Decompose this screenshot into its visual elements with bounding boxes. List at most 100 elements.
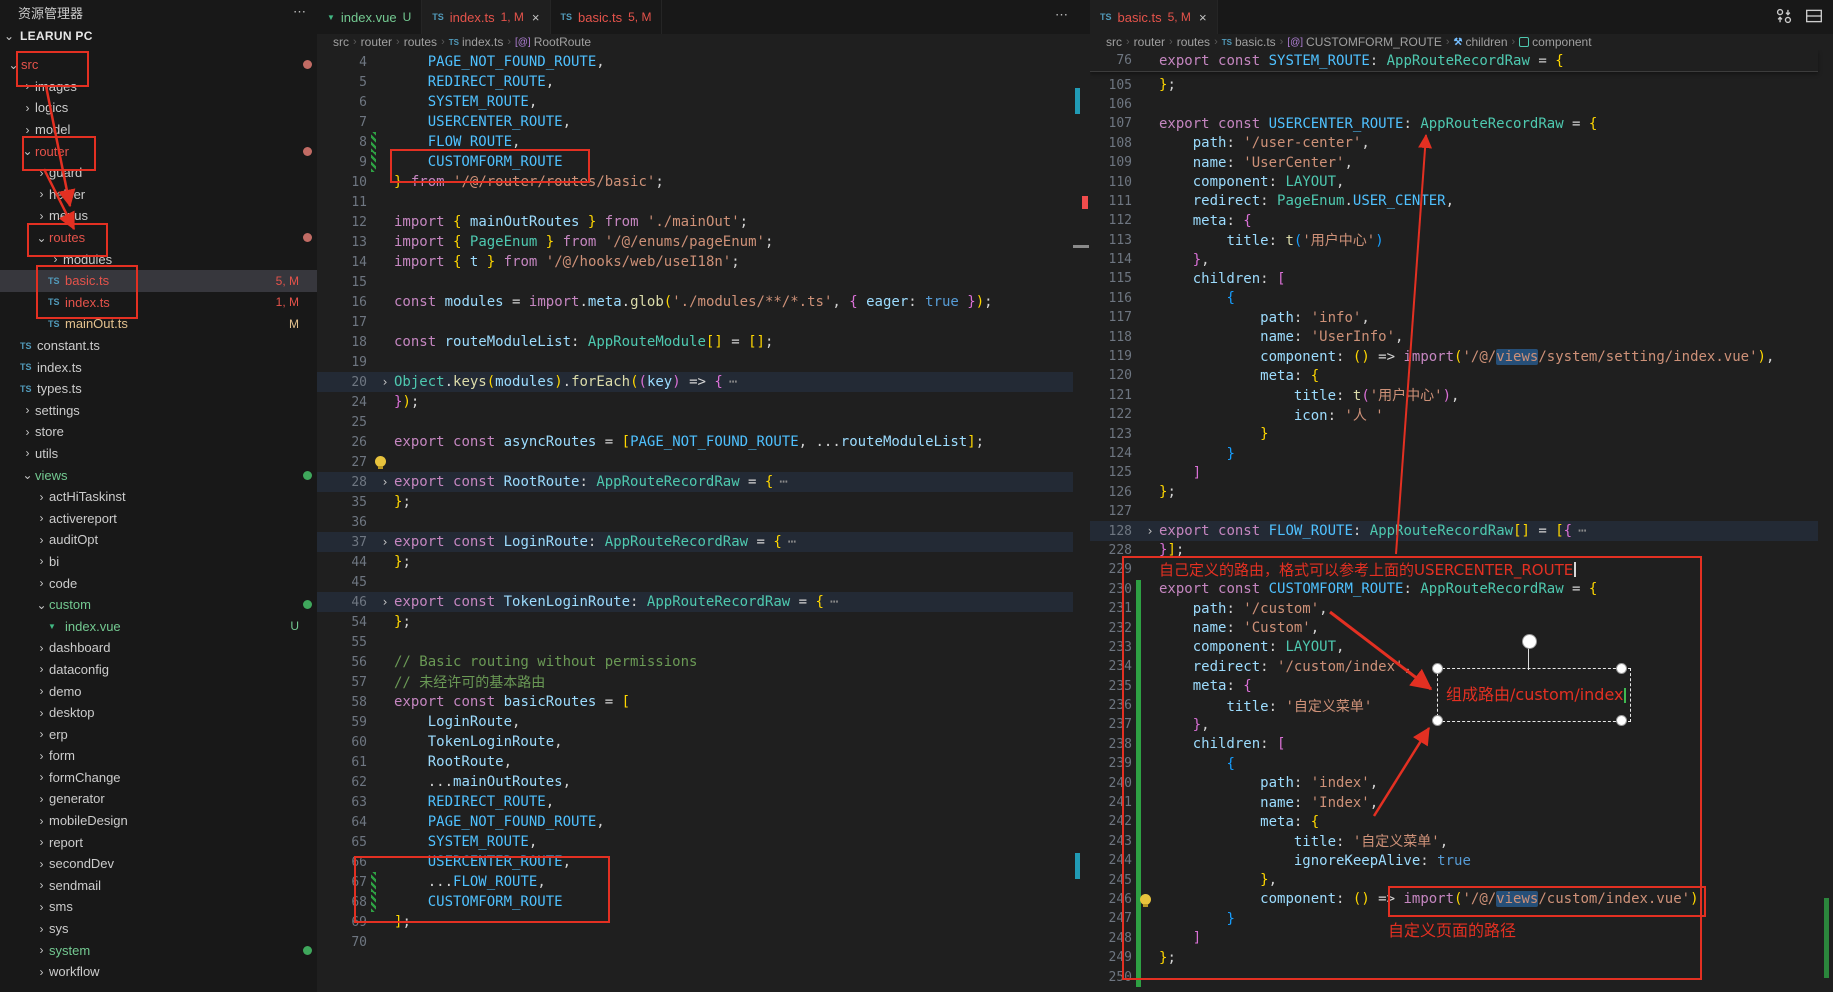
tree-item-index-vue[interactable]: ▼index.vueU [0, 615, 317, 637]
code-line-55[interactable]: 55 [317, 632, 1073, 652]
code-line-69[interactable]: 69]; [317, 912, 1073, 932]
tree-item-secondDev[interactable]: ›secondDev [0, 853, 317, 875]
breadcrumb-item-src[interactable]: src [333, 35, 349, 49]
code-line-59[interactable]: 59 LoginRoute, [317, 712, 1073, 732]
fold-chevron-icon[interactable]: › [376, 375, 394, 389]
tree-item-mobileDesign[interactable]: ›mobileDesign [0, 810, 317, 832]
code-line-9[interactable]: 9 CUSTOMFORM_ROUTE [317, 152, 1073, 172]
tree-item-auditOpt[interactable]: ›auditOpt [0, 529, 317, 551]
tree-item-desktop[interactable]: ›desktop [0, 702, 317, 724]
code-line-125[interactable]: 125 ] [1090, 463, 1818, 482]
layout-icon[interactable] [1805, 7, 1823, 25]
explorer-more-actions-icon[interactable]: ⋯ [293, 4, 307, 20]
code-line-120[interactable]: 120 meta: { [1090, 366, 1818, 385]
code-line-243[interactable]: 243 title: '自定义菜单', [1090, 832, 1818, 851]
tree-item-guard[interactable]: ›guard [0, 162, 317, 184]
tree-item-images[interactable]: ›images [0, 76, 317, 98]
code-line-235[interactable]: 235 meta: { [1090, 677, 1818, 696]
code-line-111[interactable]: 111 redirect: PageEnum.USER_CENTER, [1090, 192, 1818, 211]
breadcrumb-item-index-ts[interactable]: TSindex.ts [449, 35, 504, 49]
tree-item-code[interactable]: ›code [0, 572, 317, 594]
breadcrumb-item-routes[interactable]: routes [1177, 35, 1210, 49]
code-line-109[interactable]: 109 name: 'UserCenter', [1090, 153, 1818, 172]
tree-item-form[interactable]: ›form [0, 745, 317, 767]
code-line-8[interactable]: 8 FLOW_ROUTE, [317, 132, 1073, 152]
code-line-117[interactable]: 117 path: 'info', [1090, 308, 1818, 327]
code-line-241[interactable]: 241 name: 'Index', [1090, 793, 1818, 812]
code-line-234[interactable]: 234 redirect: '/custom/index', [1090, 657, 1818, 676]
editor-more-actions-icon[interactable]: ⋯ [1055, 7, 1069, 23]
tree-item-system[interactable]: ›system [0, 939, 317, 961]
tab-basic-ts[interactable]: TSbasic.ts5, M [551, 0, 663, 34]
code-line-128[interactable]: 128›export const FLOW_ROUTE: AppRouteRec… [1090, 521, 1818, 540]
tree-item-helper[interactable]: ›helper [0, 184, 317, 206]
code-line-17[interactable]: 17 [317, 312, 1073, 332]
tree-item-formChange[interactable]: ›formChange [0, 767, 317, 789]
tree-item-dataconfig[interactable]: ›dataconfig [0, 659, 317, 681]
code-line-46[interactable]: 46›export const TokenLoginRoute: AppRout… [317, 592, 1073, 612]
workspace-header[interactable]: ⌄ LEARUN PC [0, 24, 317, 48]
tree-item-router[interactable]: ⌄router [0, 140, 317, 162]
breadcrumb-item-component[interactable]: component [1519, 35, 1591, 49]
code-line-236[interactable]: 236 title: '自定义菜单' [1090, 696, 1818, 715]
folded-ellipsis[interactable]: ⋯ [830, 594, 838, 610]
tree-item-workflow[interactable]: ›workflow [0, 961, 317, 983]
tab-index-ts[interactable]: TSindex.ts1, M× [422, 0, 550, 34]
tree-item-index-ts[interactable]: TSindex.ts [0, 356, 317, 378]
fold-chevron-icon[interactable]: › [376, 595, 394, 609]
code-line-16[interactable]: 16const modules = import.meta.glob('./mo… [317, 292, 1073, 312]
code-line-5[interactable]: 5 REDIRECT_ROUTE, [317, 72, 1073, 92]
tree-item-routes[interactable]: ⌄routes [0, 227, 317, 249]
code-line-7[interactable]: 7 USERCENTER_ROUTE, [317, 112, 1073, 132]
tree-item-menus[interactable]: ›menus [0, 205, 317, 227]
tree-item-views[interactable]: ⌄views [0, 464, 317, 486]
code-line-123[interactable]: 123 } [1090, 424, 1818, 443]
code-line-232[interactable]: 232 name: 'Custom', [1090, 618, 1818, 637]
code-line-54[interactable]: 54}; [317, 612, 1073, 632]
tree-item-custom[interactable]: ⌄custom [0, 594, 317, 616]
code-line-15[interactable]: 15 [317, 272, 1073, 292]
fold-chevron-icon[interactable]: › [376, 475, 394, 489]
code-line-20[interactable]: 20›Object.keys(modules).forEach((key) =>… [317, 372, 1073, 392]
breadcrumb-item-RootRoute[interactable]: [@]RootRoute [515, 35, 591, 49]
tab-index-vue[interactable]: ▼index.vueU [317, 0, 422, 34]
breadcrumb-item-basic-ts[interactable]: TSbasic.ts [1222, 35, 1276, 49]
code-line-44[interactable]: 44}; [317, 552, 1073, 572]
code-line-110[interactable]: 110 component: LAYOUT, [1090, 172, 1818, 191]
folded-ellipsis[interactable]: ⋯ [729, 374, 737, 390]
tree-item-constant-ts[interactable]: TSconstant.ts [0, 335, 317, 357]
editor-right[interactable]: 104 }105};106107export const USERCENTER_… [1090, 50, 1833, 992]
code-line-127[interactable]: 127 [1090, 502, 1818, 521]
tree-item-index-ts[interactable]: TSindex.ts1, M [0, 292, 317, 314]
code-line-228[interactable]: 228}]; [1090, 541, 1818, 560]
code-line-242[interactable]: 242 meta: { [1090, 812, 1818, 831]
code-line-4[interactable]: 4 PAGE_NOT_FOUND_ROUTE, [317, 52, 1073, 72]
close-icon[interactable]: × [1199, 10, 1207, 25]
tab-basic-ts[interactable]: TSbasic.ts5, M× [1090, 0, 1218, 34]
code-line-6[interactable]: 6 SYSTEM_ROUTE, [317, 92, 1073, 112]
tree-item-sendmail[interactable]: ›sendmail [0, 875, 317, 897]
code-line-64[interactable]: 64 PAGE_NOT_FOUND_ROUTE, [317, 812, 1073, 832]
folded-ellipsis[interactable]: ⋯ [779, 474, 787, 490]
tree-item-utils[interactable]: ›utils [0, 443, 317, 465]
code-line-24[interactable]: 24}); [317, 392, 1073, 412]
code-line-60[interactable]: 60 TokenLoginRoute, [317, 732, 1073, 752]
tree-item-sys[interactable]: ›sys [0, 918, 317, 940]
lightbulb-icon[interactable] [1140, 894, 1151, 905]
code-line-248[interactable]: 248 ] [1090, 929, 1818, 948]
code-line-119[interactable]: 119 component: () => import('/@/views/sy… [1090, 347, 1818, 366]
code-line-25[interactable]: 25 [317, 412, 1073, 432]
code-line-45[interactable]: 45 [317, 572, 1073, 592]
tree-item-demo[interactable]: ›demo [0, 680, 317, 702]
tree-item-types-ts[interactable]: TStypes.ts [0, 378, 317, 400]
tree-item-mainOut-ts[interactable]: TSmainOut.tsM [0, 313, 317, 335]
tree-item-basic-ts[interactable]: TSbasic.ts5, M [0, 270, 317, 292]
code-line-237[interactable]: 237 }, [1090, 715, 1818, 734]
code-line-246[interactable]: 246 component: () => import('/@/views/cu… [1090, 890, 1818, 909]
code-line-12[interactable]: 12import { mainOutRoutes } from './mainO… [317, 212, 1073, 232]
code-line-56[interactable]: 56// Basic routing without permissions [317, 652, 1073, 672]
breadcrumb-item-CUSTOMFORM_ROUTE[interactable]: [@]CUSTOMFORM_ROUTE [1287, 35, 1442, 49]
code-line-108[interactable]: 108 path: '/user-center', [1090, 134, 1818, 153]
breadcrumb-item-router[interactable]: router [361, 35, 392, 49]
code-line-105[interactable]: 105}; [1090, 75, 1818, 94]
